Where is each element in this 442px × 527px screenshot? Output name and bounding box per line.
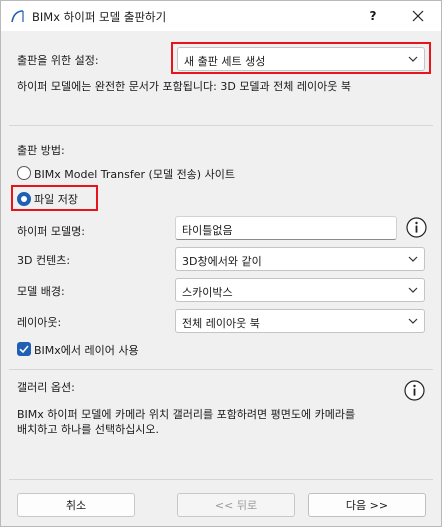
layout-dropdown[interactable]: 전체 레이아웃 북: [175, 309, 425, 333]
gallery-description-line2: 배치하고 하나를 선택하십시오.: [17, 423, 160, 436]
close-button[interactable]: [396, 1, 440, 31]
model-name-value: 타이틀없음: [182, 224, 233, 237]
info-icon[interactable]: [406, 217, 427, 238]
divider: [9, 479, 433, 480]
help-button[interactable]: ?: [353, 1, 393, 31]
background-value: 스카이박스: [182, 286, 233, 299]
publish-settings-label: 출판을 위한 설정:: [17, 54, 99, 67]
chevron-down-icon: [408, 318, 418, 324]
window-title: BIMx 하이퍼 모델 출판하기: [32, 10, 167, 24]
highlight-publish-set: [171, 42, 431, 74]
checkmark-icon: [19, 345, 29, 354]
divider: [9, 369, 433, 370]
use-layers-label[interactable]: BIMx에서 레이어 사용: [34, 342, 139, 358]
cancel-button[interactable]: 취소: [17, 493, 135, 517]
layout-label: 레이아웃:: [17, 316, 62, 329]
chevron-down-icon: [408, 256, 418, 262]
title-bar: BIMx 하이퍼 모델 출판하기 ?: [1, 1, 441, 31]
background-label: 모델 배경:: [17, 285, 65, 298]
use-layers-checkbox[interactable]: [17, 342, 31, 356]
publish-description: 하이퍼 모델에는 완전한 문서가 포함됩니다: 3D 모델과 전체 레이아웃 북: [17, 80, 352, 93]
gallery-description-line1: BIMx 하이퍼 모델에 카메라 위치 갤러리를 포함하려면 평면도에 카메라를: [17, 408, 356, 421]
radio-model-transfer-label[interactable]: BIMx Model Transfer (모델 전송) 사이트: [34, 166, 235, 182]
back-button[interactable]: << 뒤로: [177, 493, 295, 517]
archicad-logo-icon: [11, 10, 24, 23]
next-button[interactable]: 다음 >>: [308, 493, 426, 517]
layout-value: 전체 레이아웃 북: [182, 317, 260, 330]
close-icon: [412, 10, 424, 22]
divider: [9, 125, 433, 126]
3d-content-dropdown[interactable]: 3D창에서와 같이: [175, 247, 425, 271]
publish-method-label: 출판 방법:: [17, 144, 65, 157]
radio-model-transfer[interactable]: [17, 166, 31, 180]
gallery-options-label: 갤러리 옵션:: [17, 381, 75, 394]
chevron-down-icon: [408, 287, 418, 293]
background-dropdown[interactable]: 스카이박스: [175, 278, 425, 302]
model-name-input[interactable]: 타이틀없음: [175, 216, 397, 240]
info-icon[interactable]: [404, 380, 425, 401]
3d-content-value: 3D창에서와 같이: [182, 255, 262, 268]
highlight-save-file: [11, 185, 98, 211]
model-name-label: 하이퍼 모델명:: [17, 225, 85, 238]
3d-content-label: 3D 컨텐츠:: [17, 254, 71, 267]
publish-dialog: BIMx 하이퍼 모델 출판하기 ? 출판을 위한 설정: 새 출판 세트 생성…: [0, 0, 442, 527]
